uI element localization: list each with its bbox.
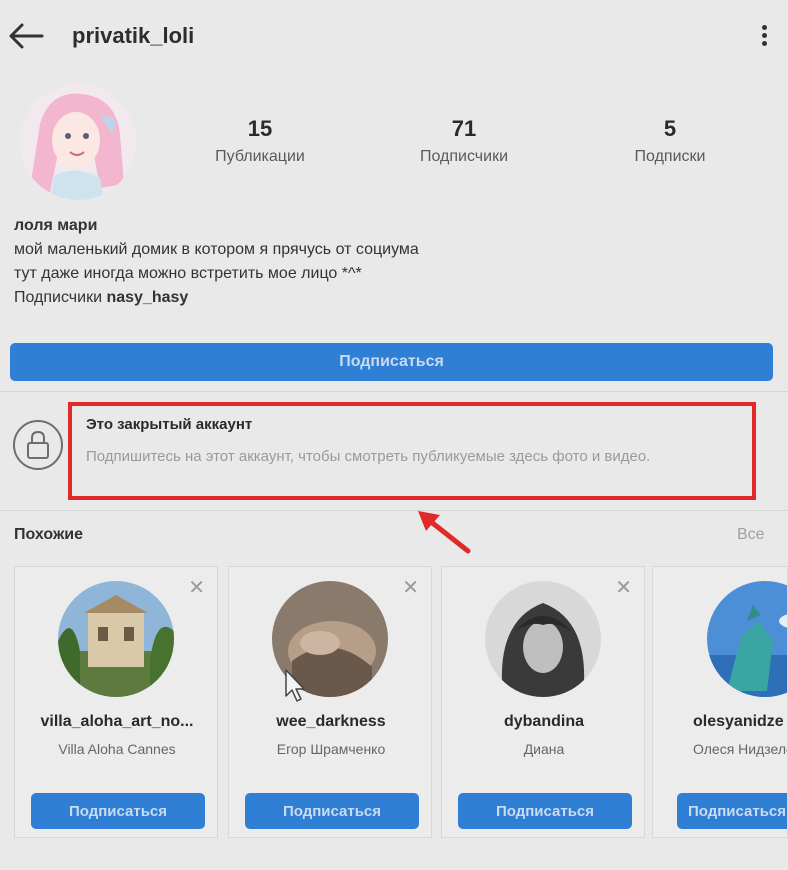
suggestion-name: Villa Aloha Cannes	[58, 741, 176, 757]
follow-button[interactable]: Подписаться	[10, 343, 773, 381]
followed-by-user-link[interactable]: nasy_hasy	[106, 289, 188, 306]
stat-posts[interactable]: 15 Публикации	[180, 116, 340, 166]
posts-count: 15	[247, 116, 273, 141]
see-all-link[interactable]: Все	[737, 526, 765, 544]
stat-followers[interactable]: 71 Подписчики	[384, 116, 544, 166]
suggestion-name: Олеся Нидзеле	[693, 741, 788, 757]
private-title: Это закрытый аккаунт	[86, 416, 253, 433]
suggestion-card[interactable]: olesyanidze Олеся Нидзеле Подписаться	[652, 566, 788, 838]
private-notice-highlight: Это закрытый аккаунт Подпишитесь на этот…	[68, 402, 756, 500]
posts-label: Публикации	[215, 148, 305, 165]
suggestion-follow-button[interactable]: Подписаться	[245, 793, 419, 829]
followed-by: Подписчики nasy_hasy	[14, 286, 419, 310]
annotation-arrow-icon	[418, 511, 471, 554]
stat-following[interactable]: 5 Подписки	[590, 116, 750, 166]
private-account-notice: Это закрытый аккаунт Подпишитесь на этот…	[0, 392, 788, 510]
more-options-icon[interactable]	[754, 22, 774, 52]
avatar[interactable]	[707, 581, 787, 697]
bio-line-2: тут даже иногда можно встретить мое лицо…	[14, 265, 362, 282]
dismiss-icon[interactable]: ✕	[615, 575, 632, 600]
suggestion-card[interactable]: ✕ villa_aloha_art_no... Villa Aloha Cann…	[14, 566, 218, 838]
suggestion-follow-button[interactable]: Подписаться	[677, 793, 787, 829]
display-name: лоля мари	[14, 217, 98, 234]
avatar[interactable]	[58, 581, 174, 697]
suggestion-name: Диана	[523, 741, 565, 757]
suggestion-username[interactable]: olesyanidze	[693, 713, 787, 731]
dismiss-icon[interactable]: ✕	[188, 575, 205, 600]
avatar[interactable]	[485, 581, 601, 697]
following-label: Подписки	[634, 148, 706, 165]
suggestion-username[interactable]: dybandina	[442, 713, 646, 731]
profile-bio: лоля мари мой маленький домик в котором …	[14, 214, 419, 310]
profile-avatar	[20, 84, 136, 200]
private-description: Подпишитесь на этот аккаунт, чтобы смотр…	[86, 448, 651, 465]
suggestion-username[interactable]: wee_darkness	[229, 713, 433, 731]
bio-line-1: мой маленький домик в котором я прячусь …	[14, 241, 419, 258]
followers-label: Подписчики	[419, 148, 508, 165]
suggestion-card[interactable]: ✕ dybandina Диана Подписаться	[441, 566, 645, 838]
suggestion-card[interactable]: ✕ wee_darkness Егор Шрамченко Подписатьс…	[228, 566, 432, 838]
following-count: 5	[663, 116, 677, 141]
lock-icon	[13, 420, 63, 470]
similar-header: Похожие	[14, 526, 84, 543]
dismiss-icon[interactable]: ✕	[402, 575, 419, 600]
suggestion-username[interactable]: villa_aloha_art_no...	[15, 713, 219, 731]
page-title: privatik_loli	[72, 23, 195, 48]
top-bar: privatik_loli	[0, 0, 788, 72]
back-arrow-icon[interactable]	[8, 22, 44, 50]
suggestion-follow-button[interactable]: Подписаться	[458, 793, 632, 829]
followers-count: 71	[451, 116, 477, 141]
divider	[0, 510, 788, 511]
followed-by-prefix: Подписчики	[14, 289, 103, 306]
suggestion-name: Егор Шрамченко	[276, 741, 386, 757]
suggestion-follow-button[interactable]: Подписаться	[31, 793, 205, 829]
mouse-cursor-icon	[285, 669, 305, 702]
